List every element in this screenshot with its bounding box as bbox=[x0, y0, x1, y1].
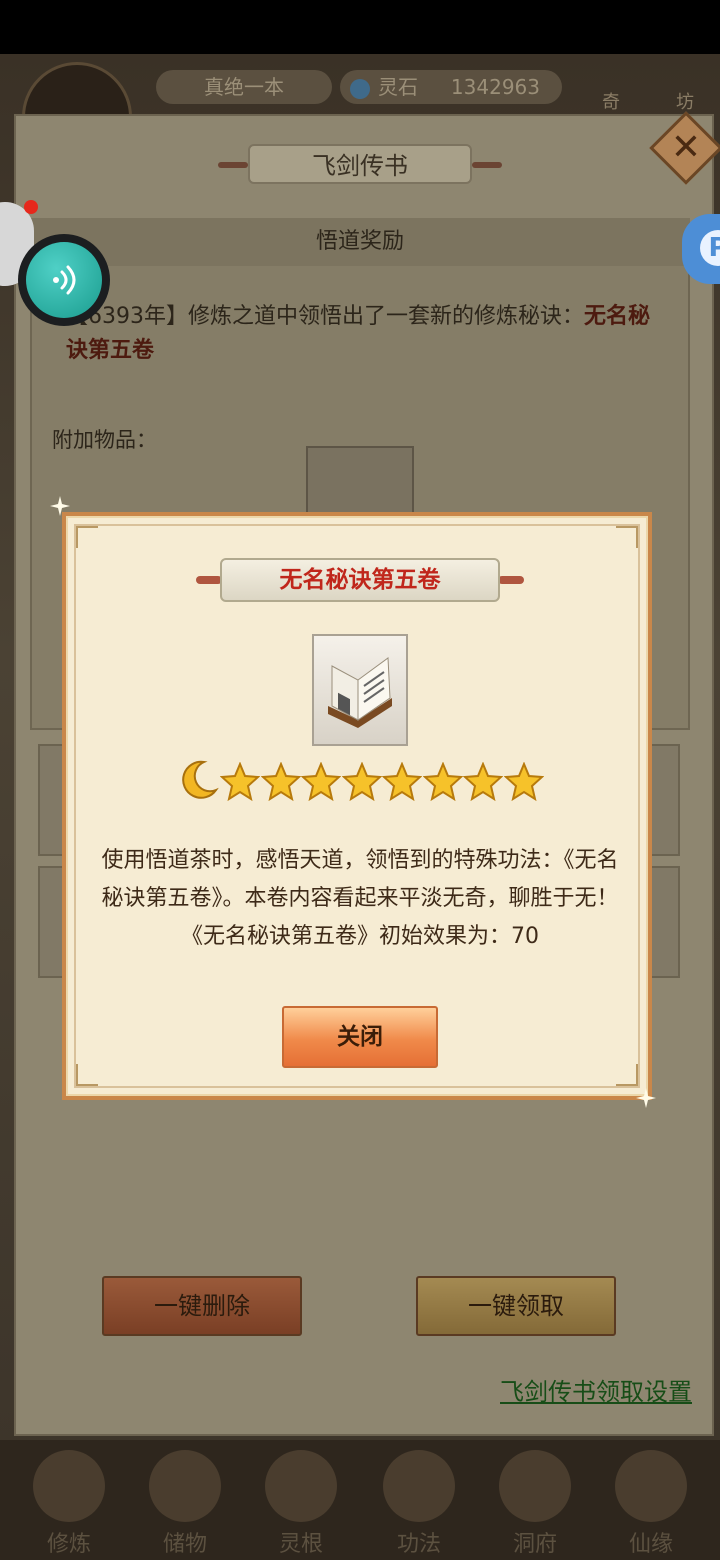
star-icon bbox=[220, 762, 260, 802]
modal-corner bbox=[616, 526, 638, 548]
nav-cultivate[interactable]: 修炼 bbox=[14, 1444, 124, 1557]
book-icon bbox=[328, 657, 392, 728]
close-icon: ✕ bbox=[670, 127, 702, 168]
delete-all-button[interactable]: 一键删除 bbox=[102, 1276, 302, 1336]
notification-dot bbox=[24, 200, 38, 214]
reward-message: 【6393年】修炼之道中领悟出了一套新的修炼秘诀：无名秘诀第五卷 bbox=[66, 300, 656, 368]
modal-title: 无名秘诀第五卷 bbox=[220, 558, 500, 602]
star-icon bbox=[260, 762, 301, 802]
claim-settings-link[interactable]: 飞剑传书领取设置 bbox=[500, 1372, 692, 1407]
nav-storage[interactable]: 储物 bbox=[130, 1444, 240, 1557]
status-bar bbox=[0, 0, 720, 54]
nav-spirit-root[interactable]: 灵根 bbox=[246, 1444, 356, 1557]
nav-label: 储物 bbox=[162, 1532, 207, 1557]
moon-icon bbox=[182, 760, 219, 799]
modal-close-button[interactable]: 关闭 bbox=[282, 1006, 438, 1068]
spirit-stone-icon bbox=[350, 78, 370, 99]
claim-all-button[interactable]: 一键领取 bbox=[416, 1276, 616, 1336]
item-icon-frame bbox=[312, 634, 408, 746]
modal-rod-right bbox=[498, 576, 524, 584]
modal-corner bbox=[76, 526, 98, 548]
top-right-label-2[interactable]: 坊 bbox=[676, 88, 694, 114]
nav-label: 修炼 bbox=[46, 1532, 91, 1557]
nav-label: 仙缘 bbox=[628, 1532, 673, 1557]
star-icon bbox=[422, 762, 463, 802]
panel-title-banner: 飞剑传书 bbox=[218, 140, 502, 188]
star-icon bbox=[382, 762, 422, 802]
technique-icon bbox=[383, 1450, 455, 1522]
nav-cave[interactable]: 洞府 bbox=[480, 1444, 590, 1557]
player-name: 真绝一本 bbox=[156, 70, 332, 104]
modal-corner bbox=[76, 1064, 98, 1086]
nav-label: 功法 bbox=[396, 1532, 441, 1557]
top-right-label-1[interactable]: 奇 bbox=[602, 88, 620, 114]
cultivate-icon bbox=[33, 1450, 105, 1522]
attach-label: 附加物品： bbox=[52, 428, 157, 452]
scroll-rod-right bbox=[472, 162, 502, 168]
modal-title-banner: 无名秘诀第五卷 bbox=[196, 556, 524, 604]
nav-label: 洞府 bbox=[512, 1532, 557, 1557]
modal-corner bbox=[616, 1064, 638, 1086]
floating-assistant-right[interactable]: P bbox=[682, 214, 720, 284]
voice-button[interactable] bbox=[18, 234, 110, 326]
sound-icon bbox=[26, 242, 102, 318]
fate-icon bbox=[615, 1450, 687, 1522]
modal-rod-left bbox=[196, 576, 222, 584]
item-description: 使用悟道茶时，感悟天道，领悟到的特殊功法：《无名秘诀第五卷》。本卷内容看起来平淡… bbox=[101, 848, 619, 949]
star-icon bbox=[301, 762, 341, 802]
star-icon bbox=[463, 762, 503, 802]
nav-technique[interactable]: 功法 bbox=[364, 1444, 474, 1557]
star-icon bbox=[341, 762, 382, 802]
storage-icon bbox=[149, 1450, 221, 1522]
nav-fate[interactable]: 仙缘 bbox=[596, 1444, 706, 1557]
sparkle-icon bbox=[50, 496, 70, 516]
currency-label: 灵石 bbox=[378, 75, 418, 99]
message-body: 修炼之道中领悟出了一套新的修炼秘诀： bbox=[188, 304, 585, 329]
currency-value: 1342963 bbox=[450, 75, 540, 99]
panel-title: 飞剑传书 bbox=[248, 144, 472, 184]
rank-stars bbox=[176, 756, 556, 810]
cave-icon bbox=[499, 1450, 571, 1522]
star-icon bbox=[503, 762, 544, 802]
reward-header: 悟道奖励 bbox=[30, 218, 690, 266]
sparkle-icon bbox=[636, 1088, 656, 1108]
currency-bar: 灵石 1342963 bbox=[340, 70, 562, 104]
spirit-root-icon bbox=[265, 1450, 337, 1522]
nav-label: 灵根 bbox=[278, 1532, 323, 1557]
scroll-rod-left bbox=[218, 162, 248, 168]
assistant-icon: P bbox=[700, 230, 720, 266]
